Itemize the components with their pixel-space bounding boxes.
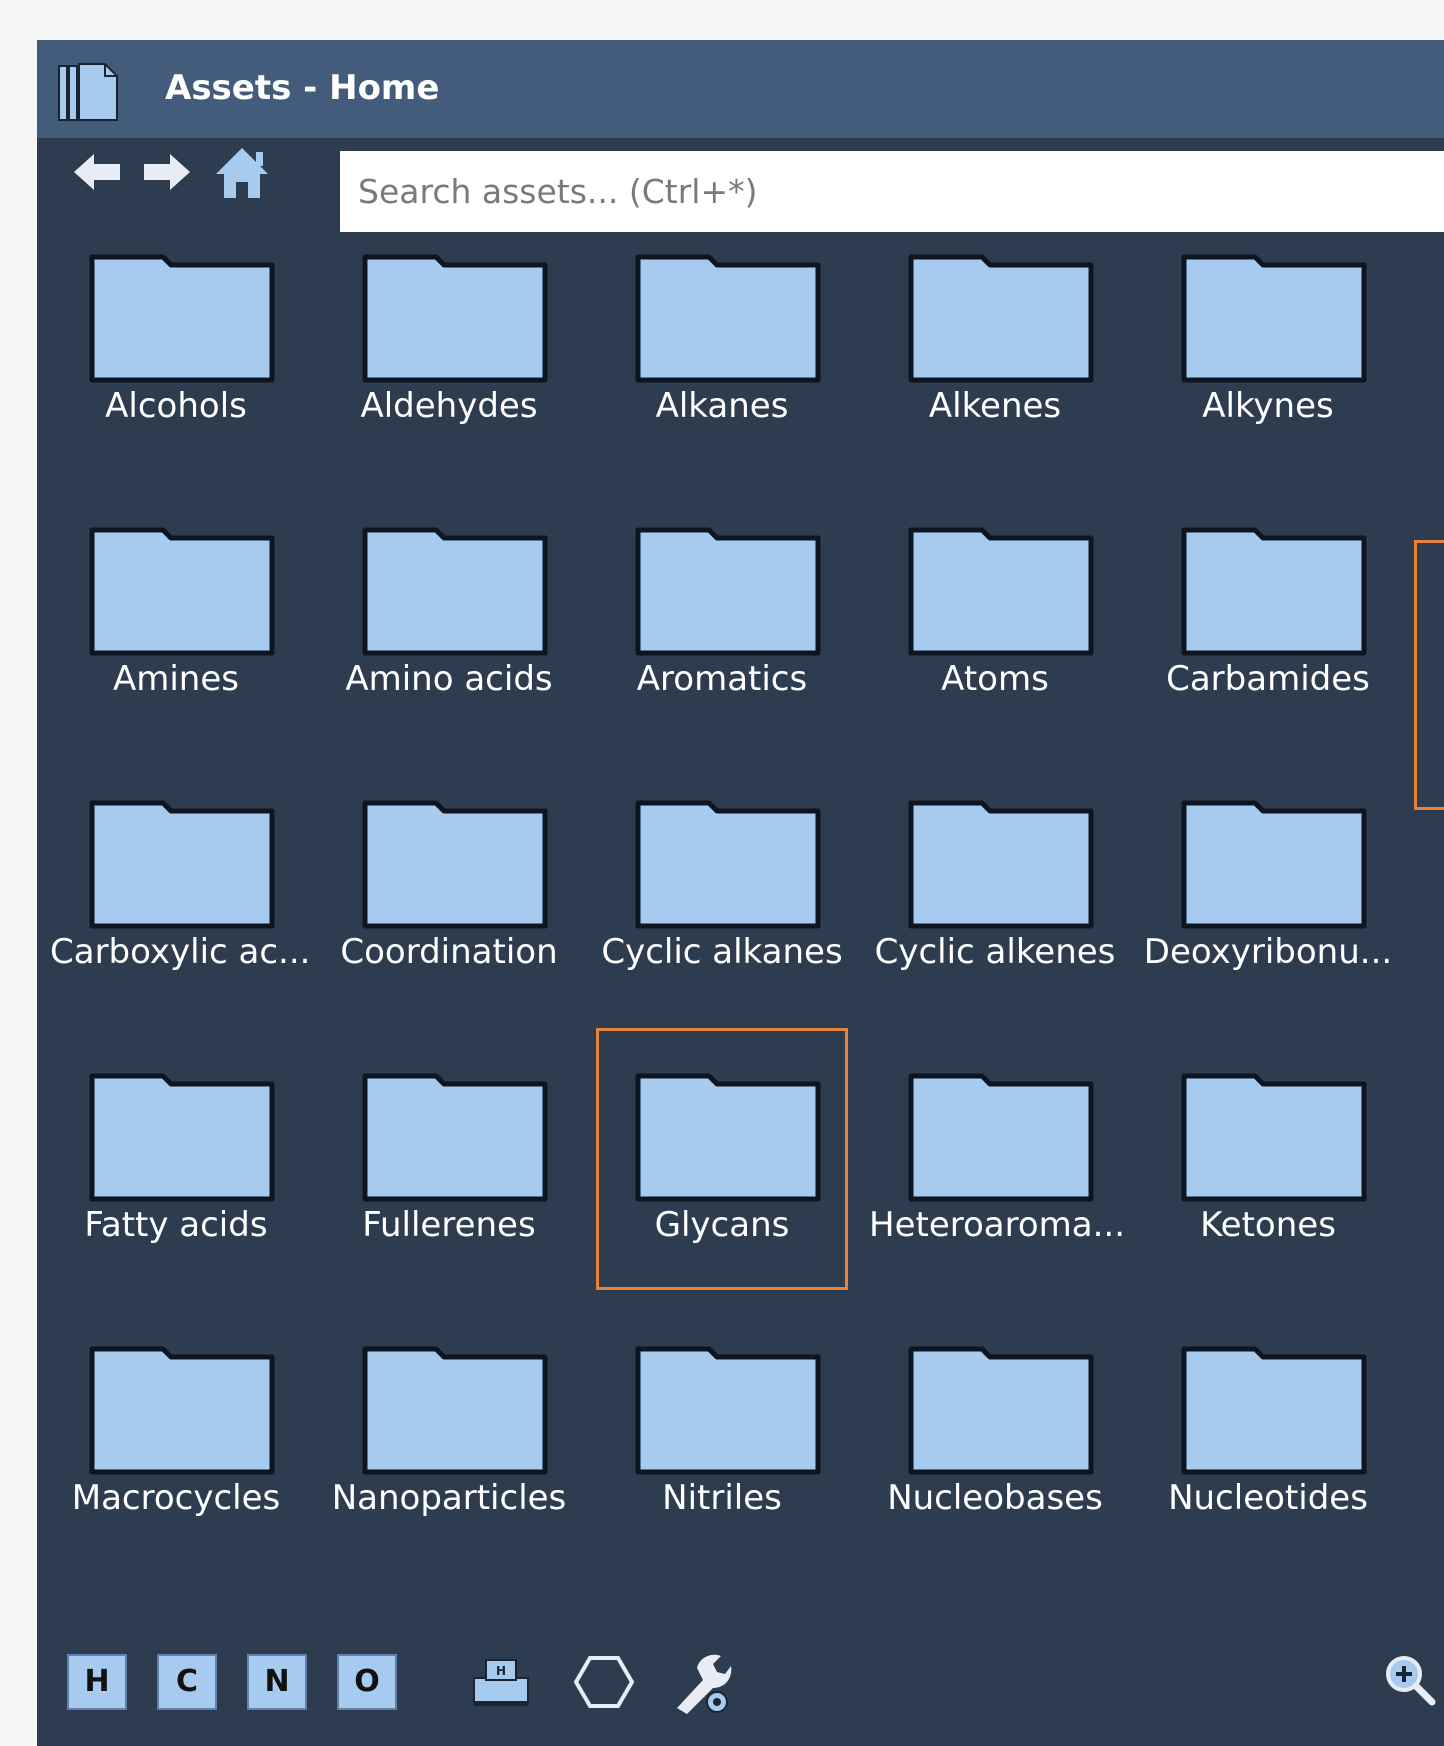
folder-item[interactable]: Aldehydes: [323, 209, 575, 471]
folder-label: Carboxylic ac...: [50, 932, 311, 972]
folder-item[interactable]: Glycans: [596, 1028, 848, 1290]
folder-icon: [908, 1346, 1094, 1475]
folder-icon: [635, 800, 821, 929]
folder-label: Heteroaroma...: [869, 1205, 1126, 1245]
folder-item[interactable]: Nucleobases: [869, 1301, 1121, 1563]
zoom-in-icon[interactable]: [1382, 1652, 1438, 1708]
folder-item[interactable]: Amines: [50, 482, 302, 744]
folder-item[interactable]: Alkenes: [869, 209, 1121, 471]
settings-wrench-icon[interactable]: [669, 1646, 735, 1716]
folder-item[interactable]: Nucleotides: [1142, 1301, 1394, 1563]
folder-label: Coordination: [340, 932, 558, 972]
folder-item[interactable]: Alkanes: [596, 209, 848, 471]
folder-label: Amines: [112, 659, 239, 699]
builder-icon[interactable]: H: [470, 1654, 532, 1710]
folder-item[interactable]: Heteroaroma...: [869, 1028, 1126, 1290]
folder-label: Alkenes: [928, 386, 1062, 426]
folder-label: Ketones: [1200, 1205, 1336, 1245]
folder-item[interactable]: Amino acids: [323, 482, 575, 744]
folder-icon: [908, 1073, 1094, 1202]
folder-icon: [1181, 527, 1367, 656]
folder-item-clipped[interactable]: [1414, 540, 1444, 810]
folder-label: Fullerenes: [362, 1205, 536, 1245]
folder-label: Aromatics: [636, 659, 808, 699]
folder-item[interactable]: Nitriles: [596, 1301, 848, 1563]
folder-label: Nucleotides: [1168, 1478, 1368, 1518]
folder-icon: [908, 527, 1094, 656]
folder-item[interactable]: Fullerenes: [323, 1028, 575, 1290]
element-o-button[interactable]: O: [337, 1654, 397, 1710]
folder-item[interactable]: Carbamides: [1142, 482, 1394, 744]
folder-icon: [908, 254, 1094, 383]
folder-icon: [1181, 1346, 1367, 1475]
folder-icon: [89, 800, 275, 929]
folder-item[interactable]: Alcohols: [50, 209, 302, 471]
folder-item[interactable]: Cyclic alkenes: [869, 755, 1121, 1017]
folder-label: Alkynes: [1202, 386, 1334, 426]
folder-icon: [908, 800, 1094, 929]
folder-item[interactable]: Cyclic alkanes: [596, 755, 848, 1017]
folder-icon: [362, 800, 548, 929]
folder-label: Fatty acids: [84, 1205, 268, 1245]
folder-label: Nanoparticles: [331, 1478, 567, 1518]
svg-text:H: H: [496, 1664, 506, 1678]
folder-label: Nitriles: [662, 1478, 782, 1518]
folder-icon: [362, 1073, 548, 1202]
folder-icon: [1181, 254, 1367, 383]
folder-icon: [635, 1346, 821, 1475]
folder-label: Atoms: [941, 659, 1049, 699]
folder-icon: [635, 527, 821, 656]
folder-label: Carbamides: [1166, 659, 1370, 699]
folder-grid: Alcohols Aldehydes Alkanes Alkenes Alkynes Am…: [37, 40, 1444, 1690]
element-c-button[interactable]: C: [157, 1654, 217, 1710]
folder-label: Glycans: [654, 1205, 790, 1245]
folder-icon: [362, 254, 548, 383]
folder-label: Alkanes: [655, 386, 789, 426]
element-h-button[interactable]: H: [67, 1654, 127, 1710]
folder-icon: [1181, 1073, 1367, 1202]
folder-item[interactable]: Coordination: [323, 755, 575, 1017]
folder-label: Deoxyribonu...: [1143, 932, 1393, 972]
folder-label: Cyclic alkenes: [874, 932, 1116, 972]
folder-icon: [635, 1073, 821, 1202]
folder-icon: [1181, 800, 1367, 929]
folder-label: Cyclic alkanes: [601, 932, 843, 972]
folder-item[interactable]: Nanoparticles: [323, 1301, 575, 1563]
folder-icon: [89, 1073, 275, 1202]
folder-label: Amino acids: [345, 659, 553, 699]
assets-window: Assets - Home AlcoholsAldehydesAlkanesAl…: [37, 40, 1444, 1746]
folder-item[interactable]: Atoms: [869, 482, 1121, 744]
folder-icon: [89, 527, 275, 656]
folder-icon: [362, 527, 548, 656]
folder-label: Aldehydes: [360, 386, 538, 426]
folder-label: Alcohols: [105, 386, 247, 426]
folder-item[interactable]: Ketones: [1142, 1028, 1394, 1290]
hexagon-ring-icon[interactable]: [572, 1652, 636, 1712]
element-n-button[interactable]: N: [247, 1654, 307, 1710]
folder-item[interactable]: Fatty acids: [50, 1028, 302, 1290]
folder-item[interactable]: Deoxyribonu...: [1142, 755, 1394, 1017]
folder-item[interactable]: Alkynes: [1142, 209, 1394, 471]
folder-label: Nucleobases: [887, 1478, 1103, 1518]
folder-item[interactable]: Aromatics: [596, 482, 848, 744]
folder-item[interactable]: Macrocycles: [50, 1301, 302, 1563]
folder-icon: [362, 1346, 548, 1475]
folder-label: Macrocycles: [71, 1478, 281, 1518]
folder-item[interactable]: Carboxylic ac...: [50, 755, 311, 1017]
folder-icon: [635, 254, 821, 383]
folder-icon: [89, 254, 275, 383]
folder-icon: [89, 1346, 275, 1475]
